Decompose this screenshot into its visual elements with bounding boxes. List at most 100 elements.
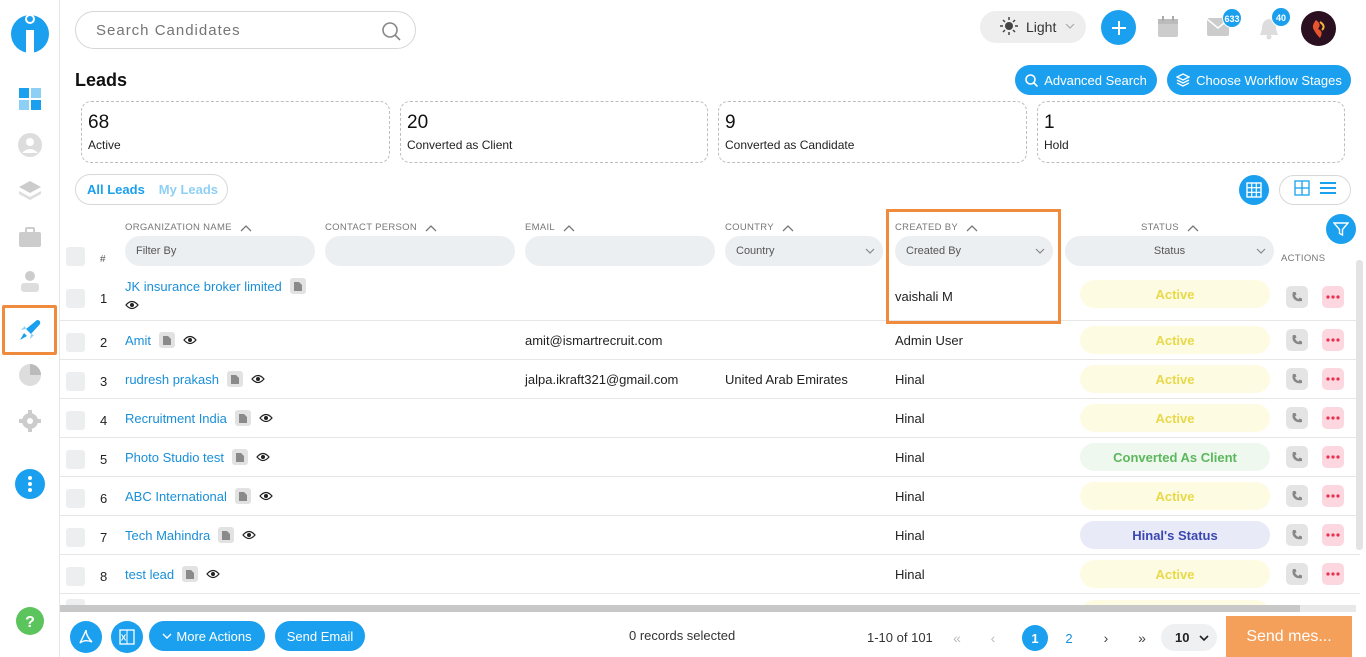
row-more-button[interactable] (1322, 563, 1344, 585)
table-row[interactable]: 6 ABC International Hinal Active (60, 477, 1360, 516)
tab-my-leads[interactable]: My Leads (159, 182, 218, 197)
row-checkbox[interactable] (66, 528, 85, 547)
table-row[interactable]: 2 Amit amit@ismartrecruit.com Admin User Act… (60, 321, 1360, 360)
vertical-scrollbar[interactable] (1356, 260, 1363, 550)
briefcase-icon[interactable] (15, 222, 45, 252)
horizontal-scrollbar[interactable] (60, 605, 1356, 612)
document-icon[interactable] (218, 527, 235, 543)
export-excel-button[interactable]: X (111, 621, 143, 653)
table-row[interactable]: 7 Tech Mahindra Hinal Hinal's Status (60, 516, 1360, 555)
org-name-link[interactable]: ABC International (125, 489, 227, 504)
document-icon[interactable] (182, 566, 199, 582)
advanced-search-button[interactable]: Advanced Search (1015, 65, 1157, 95)
contacts-icon[interactable] (15, 266, 45, 296)
list-view-icon[interactable] (1320, 181, 1336, 200)
eye-icon[interactable] (256, 450, 270, 465)
table-row[interactable]: 5 Photo Studio test Hinal Converted As Clie… (60, 438, 1360, 477)
eye-icon[interactable] (259, 489, 273, 504)
settings-gear-icon[interactable] (15, 406, 45, 436)
reports-pie-icon[interactable] (15, 360, 45, 390)
stat-card-converted-client[interactable]: 20 Converted as Client (400, 101, 708, 163)
row-checkbox[interactable] (66, 411, 85, 430)
document-icon[interactable] (234, 488, 251, 504)
eye-icon[interactable] (259, 411, 273, 426)
eye-icon[interactable] (206, 567, 220, 582)
help-icon[interactable]: ? (15, 606, 45, 636)
eye-icon[interactable] (242, 528, 257, 543)
sort-up-icon[interactable] (563, 224, 575, 232)
row-more-button[interactable] (1322, 446, 1344, 468)
stat-card-converted-candidate[interactable]: 9 Converted as Candidate (718, 101, 1027, 163)
send-message-button[interactable]: Send mes... (1226, 616, 1352, 657)
page-1-button[interactable]: 1 (1022, 625, 1048, 651)
document-icon[interactable] (159, 332, 175, 348)
org-name-link[interactable]: Recruitment India (125, 411, 227, 426)
tab-all-leads[interactable]: All Leads (87, 182, 145, 197)
eye-icon[interactable] (125, 298, 139, 313)
stat-card-hold[interactable]: 1 Hold (1037, 101, 1345, 163)
row-checkbox[interactable] (66, 333, 85, 352)
avatar[interactable] (1301, 11, 1336, 46)
org-name-link[interactable]: Photo Studio test (125, 450, 224, 465)
sort-up-icon[interactable] (240, 224, 252, 232)
row-more-button[interactable] (1322, 329, 1344, 351)
sort-up-icon[interactable] (966, 224, 978, 232)
first-page-button[interactable]: « (944, 625, 970, 651)
email-filter-input[interactable] (525, 236, 715, 266)
search-input[interactable] (96, 21, 366, 39)
row-checkbox[interactable] (66, 567, 85, 586)
next-page-button[interactable]: › (1093, 625, 1119, 651)
row-checkbox[interactable] (66, 372, 85, 391)
org-name-link[interactable]: Tech Mahindra (125, 528, 210, 543)
card-view-icon[interactable] (1294, 179, 1310, 201)
org-filter-input[interactable]: Filter By (125, 236, 315, 266)
eye-icon[interactable] (183, 333, 197, 348)
last-page-button[interactable]: » (1129, 625, 1155, 651)
select-all-checkbox[interactable] (66, 247, 85, 266)
status-badge[interactable]: Converted As Client (1080, 443, 1270, 471)
call-button[interactable] (1286, 446, 1308, 468)
row-more-button[interactable] (1322, 286, 1344, 308)
choose-workflow-stages-button[interactable]: Choose Workflow Stages (1167, 65, 1351, 95)
stat-card-active[interactable]: 68 Active (81, 101, 390, 163)
table-row[interactable]: 8 test lead Hinal Active (60, 555, 1360, 594)
org-column-header[interactable]: ORGANIZATION NAME (125, 222, 252, 233)
org-name-link[interactable]: Amit (125, 333, 151, 348)
org-name-link[interactable]: JK insurance broker limited (125, 279, 282, 294)
grid-view-button[interactable] (1239, 175, 1269, 205)
call-button[interactable] (1286, 524, 1308, 546)
call-button[interactable] (1286, 485, 1308, 507)
email-column-header[interactable]: EMAIL (525, 222, 575, 233)
call-button[interactable] (1286, 286, 1308, 308)
calendar-icon[interactable] (1157, 16, 1179, 43)
call-button[interactable] (1286, 368, 1308, 390)
status-badge[interactable]: Active (1080, 280, 1270, 308)
row-more-button[interactable] (1322, 524, 1344, 546)
layers-icon[interactable] (15, 176, 45, 206)
status-badge[interactable]: Active (1080, 482, 1270, 510)
status-badge[interactable]: Hinal's Status (1080, 521, 1270, 549)
leads-rocket-icon[interactable] (2, 305, 57, 355)
more-menu-icon[interactable] (15, 469, 45, 499)
row-more-button[interactable] (1322, 368, 1344, 390)
page-2-button[interactable]: 2 (1056, 625, 1082, 651)
org-name-link[interactable]: rudresh prakash (125, 372, 219, 387)
call-button[interactable] (1286, 329, 1308, 351)
sort-up-icon[interactable] (425, 224, 437, 232)
call-button[interactable] (1286, 407, 1308, 429)
column-filter-button[interactable] (1326, 214, 1356, 244)
more-actions-button[interactable]: More Actions (149, 621, 265, 651)
row-checkbox[interactable] (66, 450, 85, 469)
org-name-link[interactable]: test lead (125, 567, 174, 582)
status-badge[interactable]: Active (1080, 560, 1270, 588)
document-icon[interactable] (289, 278, 306, 294)
document-icon[interactable] (234, 410, 251, 426)
sort-up-icon[interactable] (1187, 224, 1199, 232)
table-row[interactable]: 4 Recruitment India Hinal Active (60, 399, 1360, 438)
app-logo[interactable] (10, 10, 50, 54)
created-by-filter-select[interactable]: Created By (895, 236, 1053, 266)
status-badge[interactable]: Active (1080, 365, 1270, 393)
scrollbar-thumb[interactable] (60, 605, 1300, 612)
add-new-button[interactable] (1101, 10, 1136, 45)
created-by-column-header[interactable]: CREATED BY (895, 222, 978, 233)
